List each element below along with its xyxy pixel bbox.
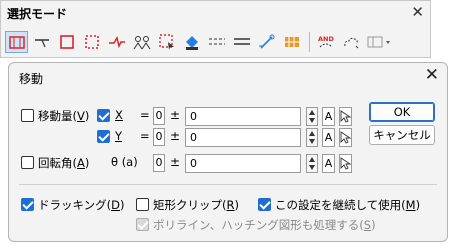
select-area-icon[interactable] xyxy=(155,31,178,53)
svg-text:AND: AND xyxy=(318,35,334,43)
select-dropdown-icon[interactable] xyxy=(364,31,394,53)
toolbar-row: AND xyxy=(5,30,396,54)
dragging-label: ドラッキング(D) xyxy=(38,198,125,212)
toolbar-panel: 選択モード ✕ AND xyxy=(0,0,431,58)
y-pick-button[interactable] xyxy=(339,128,352,147)
polyline-label: ポリライン、ハッチング図形も処理する(S) xyxy=(153,218,376,232)
dialog-close-icon[interactable]: ✕ xyxy=(425,65,439,85)
theta-label: θ (a) xyxy=(111,155,138,169)
y-value-field[interactable]: 0 xyxy=(185,128,301,147)
pointer-icon xyxy=(340,110,352,123)
y-zero-box[interactable]: 0 xyxy=(153,128,165,146)
rotate-plus-minus: ± xyxy=(170,155,181,169)
select-people-icon[interactable] xyxy=(130,31,153,53)
rotate-spinner[interactable] xyxy=(306,154,318,173)
move-dialog: 移動 ✕ 移動量(V) X = 0 ± 0 A OK Y = 0 ± 0 A キ… xyxy=(8,62,448,242)
rect-clip-label: 矩形クリップ(R) xyxy=(153,198,239,212)
move-amount-label: 移動量(V) xyxy=(38,109,90,123)
cancel-button[interactable]: キャンセル xyxy=(369,125,435,145)
select-hatch-icon[interactable] xyxy=(280,31,303,53)
pointer-icon xyxy=(340,131,352,144)
ok-button[interactable]: OK xyxy=(369,102,435,122)
select-dashed-lines-icon[interactable] xyxy=(205,31,228,53)
rotate-pick-button[interactable] xyxy=(339,154,352,173)
select-dashed-rect-icon[interactable] xyxy=(80,31,103,53)
x-value-field[interactable]: 0 xyxy=(185,107,301,126)
rotate-checkbox[interactable] xyxy=(21,156,34,169)
select-line-icon[interactable] xyxy=(105,31,128,53)
select-fill-icon[interactable] xyxy=(180,31,203,53)
polyline-checkbox xyxy=(136,218,149,231)
rotate-label: 回転角(A) xyxy=(38,156,90,170)
move-amount-checkbox[interactable] xyxy=(21,109,34,122)
x-zero-box[interactable]: 0 xyxy=(153,107,165,125)
continue-setting-label: この設定を継続して使用(M) xyxy=(275,198,421,212)
y-checkbox[interactable] xyxy=(97,130,110,143)
y-spinner[interactable] xyxy=(306,128,318,147)
select-window-icon[interactable] xyxy=(5,31,28,53)
x-plus-minus: ± xyxy=(170,108,181,122)
y-a-button[interactable]: A xyxy=(322,128,335,147)
dialog-title: 移動 xyxy=(19,72,44,86)
toolbar-close-icon[interactable]: ✕ xyxy=(411,3,424,21)
x-spinner[interactable] xyxy=(306,107,318,126)
select-and-icon[interactable]: AND xyxy=(314,31,337,53)
select-point-icon[interactable] xyxy=(30,31,53,53)
y-label: Y xyxy=(115,129,123,143)
dragging-checkbox[interactable] xyxy=(21,198,34,211)
y-eq-sign: = xyxy=(140,129,150,143)
toolbar-title: 選択モード xyxy=(7,7,68,21)
select-measure-icon[interactable] xyxy=(255,31,278,53)
select-rect-icon[interactable] xyxy=(55,31,78,53)
divider xyxy=(19,184,437,185)
rotate-a-button[interactable]: A xyxy=(322,154,335,173)
x-pick-button[interactable] xyxy=(339,107,352,126)
rect-clip-checkbox[interactable] xyxy=(136,198,149,211)
y-plus-minus: ± xyxy=(170,129,181,143)
x-checkbox[interactable] xyxy=(97,109,110,122)
pointer-icon xyxy=(340,157,352,170)
select-double-line-icon[interactable] xyxy=(230,31,253,53)
x-label: X xyxy=(115,108,123,122)
continue-setting-checkbox[interactable] xyxy=(258,198,271,211)
x-a-button[interactable]: A xyxy=(322,107,335,126)
x-eq-sign: = xyxy=(140,108,150,122)
select-cloud-icon[interactable] xyxy=(339,31,362,53)
toolbar-separator xyxy=(309,32,310,52)
rotate-value-field[interactable]: 0 xyxy=(185,154,301,173)
rotate-zero-box[interactable]: 0 xyxy=(153,154,165,172)
